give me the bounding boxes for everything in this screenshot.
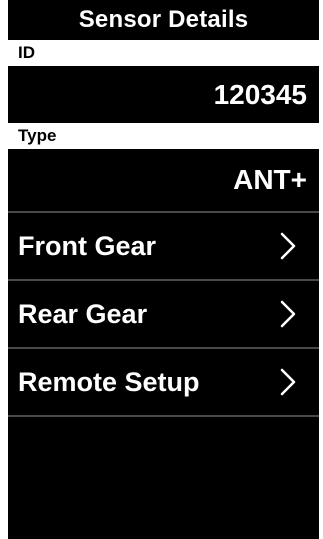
menu-item-rear-gear[interactable]: Rear Gear [8,281,319,347]
menu-item-remote-setup[interactable]: Remote Setup [8,349,319,415]
chevron-right-icon [280,368,296,396]
menu-item-label: Rear Gear [18,298,148,329]
menu-item-label: Front Gear [18,230,157,261]
id-label: ID [8,40,319,66]
menu-item-front-gear[interactable]: Front Gear [8,213,319,279]
id-value: 120345 [213,79,307,110]
chevron-right-icon [280,232,296,260]
page-title: Sensor Details [78,6,249,33]
type-value: ANT+ [233,164,307,195]
menu-item-label: Remote Setup [18,366,200,397]
divider [8,415,319,417]
chevron-right-icon [280,300,296,328]
sensor-details-screen: Sensor Details ID 120345 Type ANT+ Front… [8,0,319,539]
type-label: Type [8,123,319,149]
